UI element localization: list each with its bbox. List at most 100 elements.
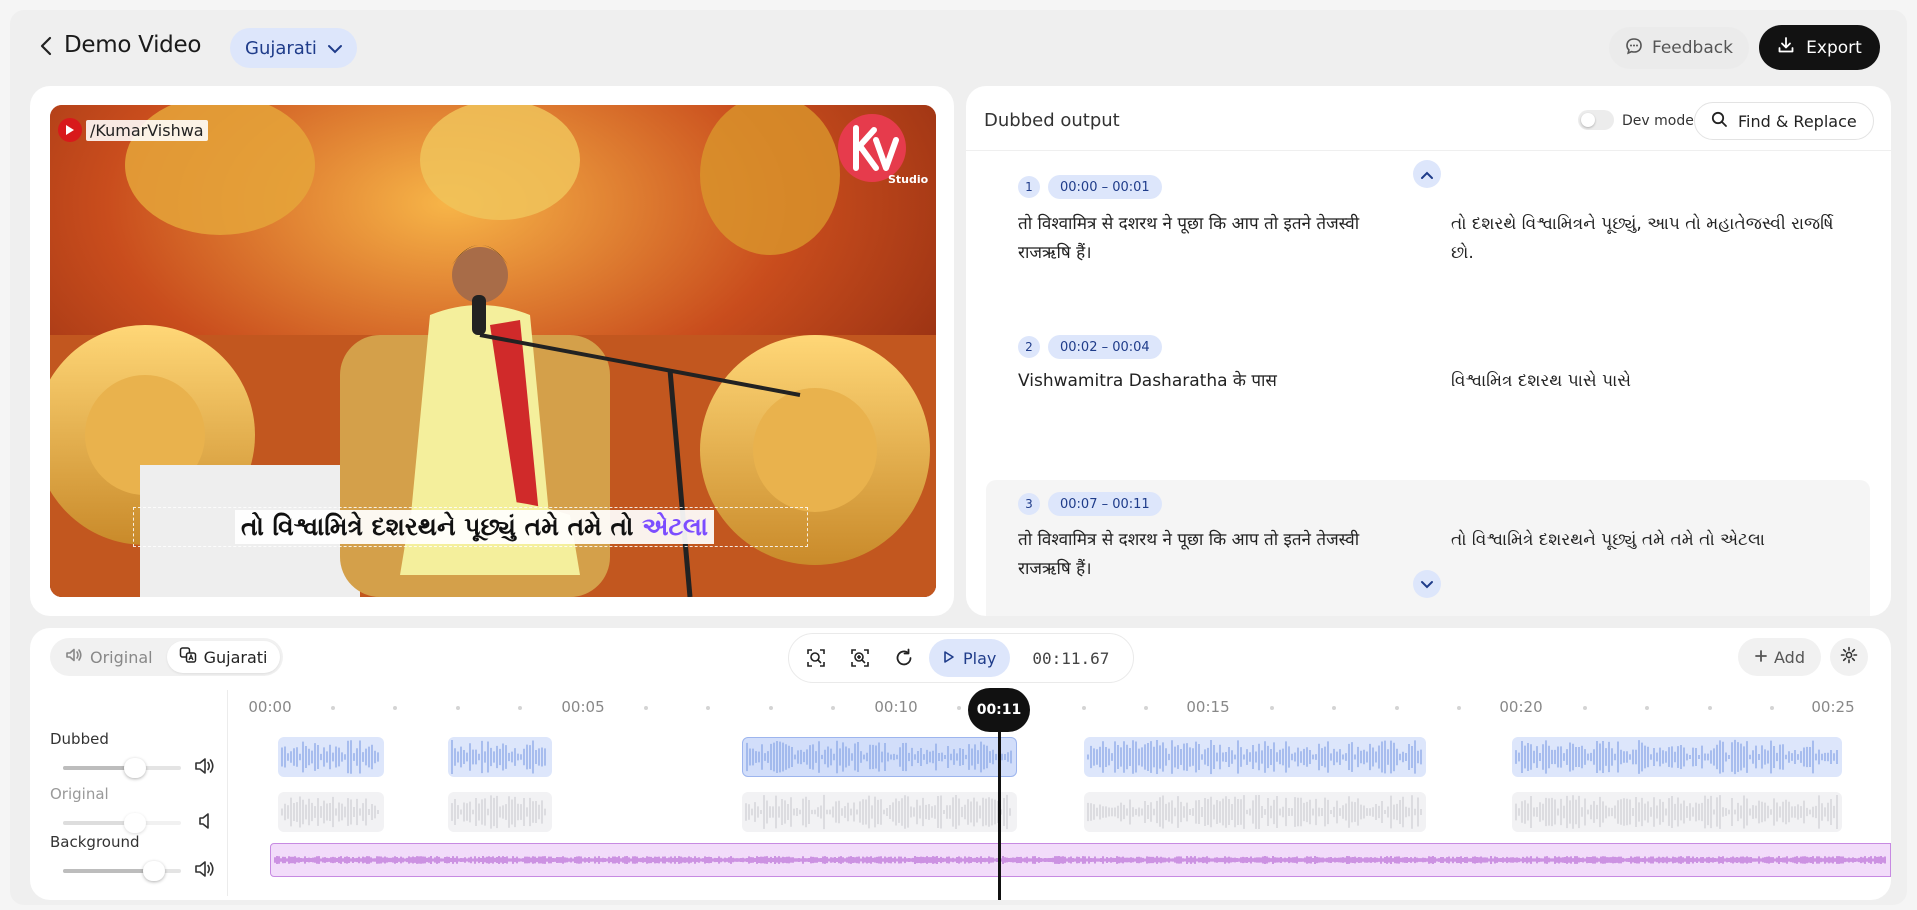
zoom-out-icon[interactable]: [797, 639, 835, 677]
logo-text: Studio: [888, 173, 929, 186]
waveform: [1087, 739, 1422, 775]
ruler-tick: [768, 706, 773, 710]
language-dropdown[interactable]: Gujarati: [230, 28, 357, 68]
original-track-option[interactable]: Original: [53, 641, 165, 673]
dubbed-clip[interactable]: [278, 737, 384, 777]
add-label: Add: [1774, 647, 1805, 667]
segment-number: 3: [1018, 493, 1040, 515]
dev-mode-toggle[interactable]: [1578, 110, 1614, 130]
slider-knob[interactable]: [124, 758, 146, 778]
timeline-divider: [227, 690, 228, 896]
original-clip[interactable]: [742, 792, 1017, 832]
segment-header: 3 00:07 – 00:11: [1018, 492, 1162, 516]
find-replace-button[interactable]: Find & Replace: [1694, 102, 1874, 140]
playhead-line[interactable]: [998, 708, 1001, 900]
add-button[interactable]: Add: [1738, 638, 1821, 676]
gujarati-track-option[interactable]: Gujarati: [166, 641, 280, 673]
video-player[interactable]: /KumarVishwa Studio તો વિશ્વામિત્રે દશરથ…: [50, 105, 936, 597]
ruler-tick: [643, 706, 648, 710]
dubbed-track-label: Dubbed: [50, 730, 109, 748]
segment-row[interactable]: 2 00:02 – 00:04 Vishwamitra Dasharatha क…: [986, 311, 1870, 461]
segment-header: 1 00:00 – 00:01: [1018, 175, 1162, 199]
language-label: Gujarati: [245, 37, 317, 59]
ruler-label: 00:15: [1186, 698, 1230, 716]
ruler-tick: [518, 706, 523, 710]
slider-knob[interactable]: [124, 813, 146, 833]
chat-bubble-icon: [1625, 37, 1643, 60]
current-time: 00:11.67: [1032, 648, 1110, 668]
dubbed-clip-selected[interactable]: [742, 737, 1017, 777]
waveform: [745, 794, 1011, 830]
segment-time[interactable]: 00:02 – 00:04: [1048, 335, 1162, 359]
subtitle-overlay[interactable]: તો વિશ્વામિત્રે દશરથને પૂછ્યું તમે તમે ત…: [235, 510, 715, 544]
original-clip[interactable]: [1084, 792, 1426, 832]
channel-label: /KumarVishwa: [86, 119, 208, 141]
original-track-label: Original: [50, 785, 109, 803]
waveform: [281, 740, 379, 774]
ruler-tick: [393, 706, 398, 710]
waveform: [1087, 795, 1422, 829]
waveform: [451, 740, 546, 774]
segment-source-text[interactable]: Vishwamitra Dasharatha के पास: [1018, 367, 1398, 396]
time-ruler[interactable]: 00:00 00:05 00:10 00:15 00:20 00:25: [30, 698, 1891, 718]
page-title: Demo Video: [64, 32, 202, 58]
ruler-label: 00:10: [874, 698, 918, 716]
segment-dubbed-text[interactable]: તો દશરથે વિશ્વામિત્રને પૂછ્યું, આપ તો મહ…: [1451, 210, 1861, 268]
original-volume-slider[interactable]: [63, 813, 181, 833]
original-clip[interactable]: [448, 792, 552, 832]
ruler-tick: [1707, 706, 1712, 710]
search-icon: [1711, 111, 1728, 132]
dubbed-clip[interactable]: [1512, 737, 1842, 777]
scroll-down-button[interactable]: [1413, 570, 1441, 598]
dev-mode-label: Dev mode: [1622, 113, 1694, 129]
ruler-tick: [1269, 706, 1274, 710]
segment-source-text[interactable]: तो विश्वामित्र से दशरथ ने पूछा कि आप तो …: [1018, 210, 1398, 268]
settings-button[interactable]: [1830, 638, 1868, 676]
ruler-label: 00:00: [248, 698, 292, 716]
segment-number: 1: [1018, 176, 1040, 198]
original-clip[interactable]: [278, 792, 384, 832]
export-button[interactable]: Export: [1759, 25, 1880, 70]
scroll-up-button[interactable]: [1413, 160, 1441, 188]
segment-dubbed-text[interactable]: વિશ્વામિત્ર દશરથ પાસે પાસે: [1451, 367, 1861, 396]
panel-title: Dubbed output: [984, 110, 1120, 131]
segment-dubbed-text[interactable]: તો વિશ્વામિત્રે દશરથને પૂછ્યું તમે તમે ત…: [1451, 526, 1861, 555]
dubbed-clip[interactable]: [1084, 737, 1426, 777]
muted-volume-icon[interactable]: [194, 811, 216, 831]
playhead-handle[interactable]: 00:11: [968, 688, 1030, 732]
ruler-tick: [956, 706, 961, 710]
background-volume-slider[interactable]: [63, 861, 181, 881]
volume-icon[interactable]: [194, 756, 216, 776]
slider-knob[interactable]: [143, 861, 165, 881]
waveform: [746, 740, 1012, 774]
segment-time[interactable]: 00:00 – 00:01: [1048, 175, 1162, 199]
play-label: Play: [963, 648, 997, 668]
original-clip[interactable]: [1512, 792, 1842, 832]
segment-time[interactable]: 00:07 – 00:11: [1048, 492, 1162, 516]
chevron-up-icon: [1420, 165, 1434, 184]
gujarati-option-label: Gujarati: [203, 647, 268, 667]
dubbed-clip[interactable]: [448, 737, 552, 777]
zoom-in-icon[interactable]: [841, 639, 879, 677]
background-clip[interactable]: [270, 843, 1891, 877]
play-button[interactable]: Play: [929, 639, 1011, 677]
speaker-icon: [65, 647, 83, 667]
segment-source-text[interactable]: तो विश्वामित्र से दशरथ ने पूछा कि आप तो …: [1018, 526, 1398, 584]
timeline-panel: Original Gujarati Play 00:11.67 Add 00:0…: [30, 628, 1891, 900]
waveform: [281, 796, 379, 828]
ruler-tick: [1394, 706, 1399, 710]
ruler-label: 00:25: [1811, 698, 1855, 716]
play-icon: [943, 649, 955, 668]
ruler-tick: [1645, 706, 1650, 710]
feedback-label: Feedback: [1652, 38, 1733, 58]
feedback-button[interactable]: Feedback: [1609, 27, 1749, 69]
chevron-down-icon: [1420, 575, 1434, 594]
segment-header: 2 00:02 – 00:04: [1018, 335, 1162, 359]
background-track-label: Background: [50, 833, 140, 851]
loop-icon[interactable]: [885, 639, 923, 677]
divider: [966, 150, 1891, 151]
download-icon: [1777, 36, 1795, 59]
volume-icon[interactable]: [194, 859, 216, 879]
back-icon[interactable]: [36, 34, 58, 58]
dubbed-volume-slider[interactable]: [63, 758, 181, 778]
